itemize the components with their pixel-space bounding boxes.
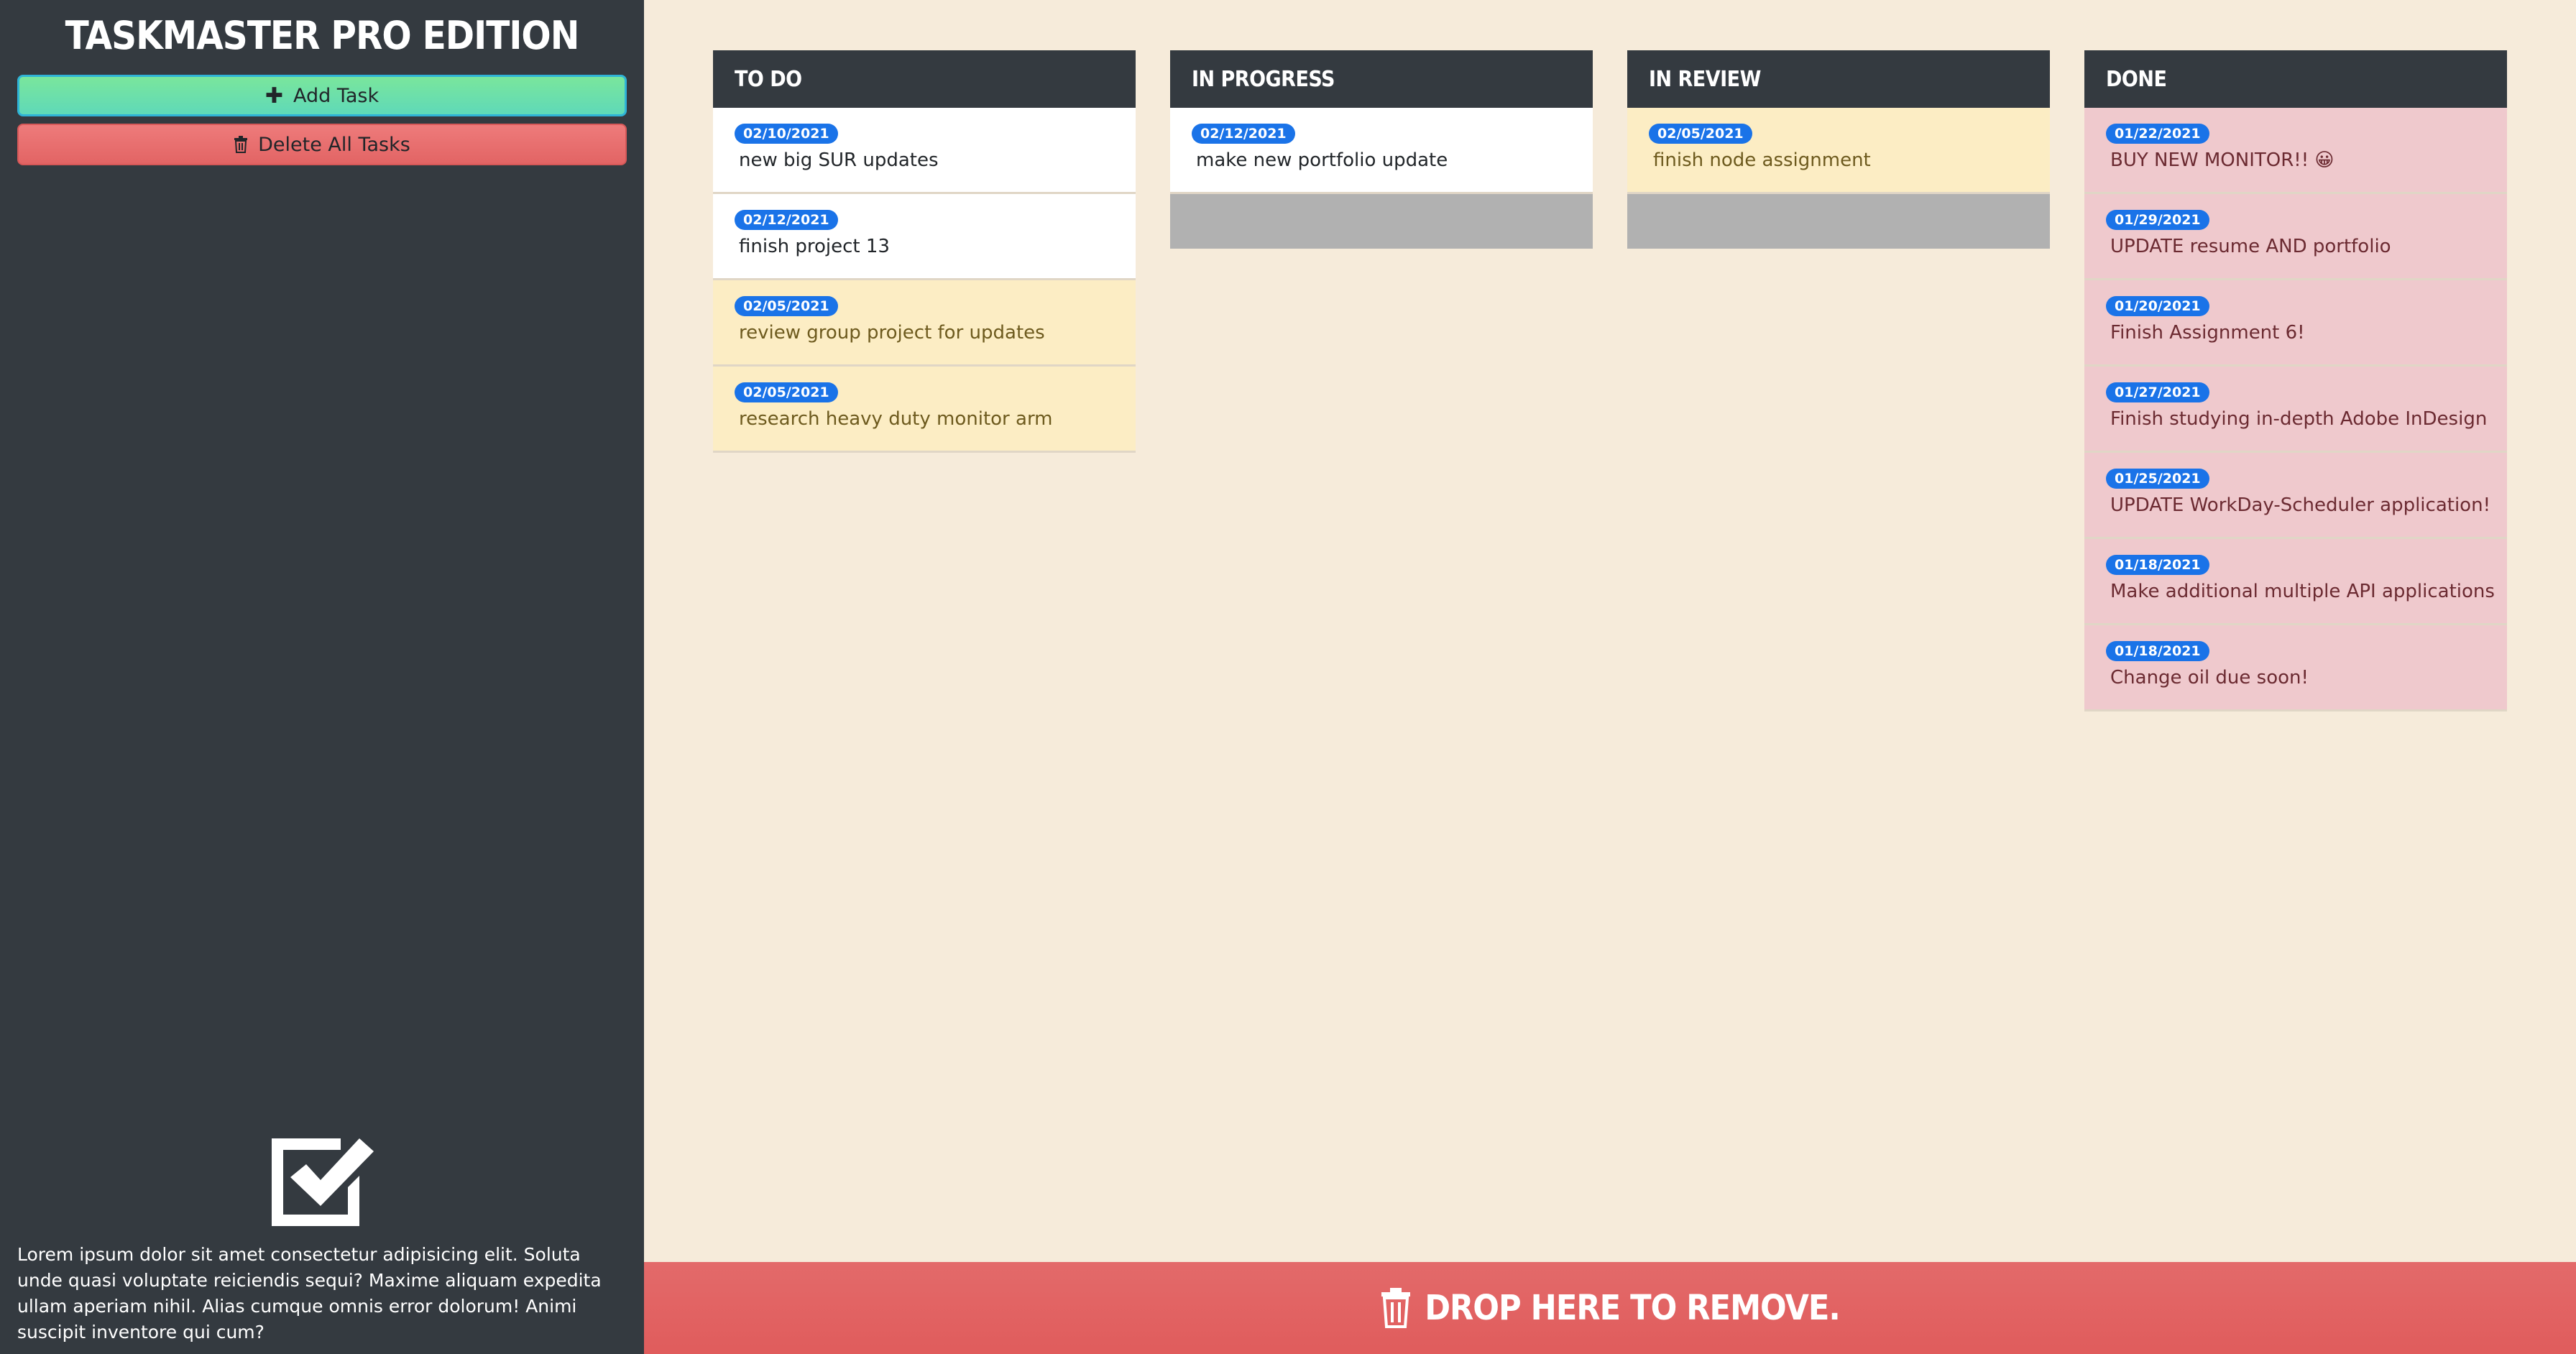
task-card[interactable]: 02/05/2021 research heavy duty monitor ar… bbox=[713, 367, 1136, 453]
due-date-badge[interactable]: 02/10/2021 bbox=[735, 124, 838, 144]
task-card[interactable]: 02/10/2021 new big SUR updates bbox=[713, 108, 1136, 194]
due-date-badge[interactable]: 02/05/2021 bbox=[735, 382, 838, 402]
task-text[interactable]: UPDATE resume AND portfolio bbox=[2110, 236, 2391, 257]
task-card[interactable]: 01/27/2021 Finish studying in-depth Adobe… bbox=[2084, 367, 2507, 453]
check-square-icon bbox=[272, 1138, 374, 1226]
task-text[interactable]: Change oil due soon! bbox=[2110, 667, 2309, 688]
task-text[interactable]: Finish studying in-depth Adobe InDesign bbox=[2110, 408, 2487, 430]
due-date-badge[interactable]: 01/18/2021 bbox=[2106, 555, 2209, 575]
drop-to-remove-label: DROP HERE TO REMOVE. bbox=[1425, 1288, 1841, 1328]
due-date-badge[interactable]: 01/18/2021 bbox=[2106, 641, 2209, 661]
column-in-review: IN REVIEW 02/05/2021 finish node assignme… bbox=[1627, 50, 2050, 249]
add-task-button[interactable]: ✚ Add Task bbox=[17, 75, 627, 116]
column-header: IN PROGRESS bbox=[1170, 50, 1593, 108]
task-text[interactable]: finish project 13 bbox=[739, 236, 890, 257]
card-list[interactable]: 02/05/2021 finish node assignment bbox=[1627, 108, 2050, 194]
task-text[interactable]: BUY NEW MONITOR!! 😀 bbox=[2110, 149, 2334, 171]
task-text[interactable]: Finish Assignment 6! bbox=[2110, 322, 2305, 344]
due-date-badge[interactable]: 01/22/2021 bbox=[2106, 124, 2209, 144]
due-date-badge[interactable]: 01/25/2021 bbox=[2106, 469, 2209, 489]
plus-icon: ✚ bbox=[264, 83, 283, 109]
card-list[interactable]: 01/22/2021 BUY NEW MONITOR!! 😀 01/29/2021 U… bbox=[2084, 108, 2507, 711]
due-date-badge[interactable]: 02/12/2021 bbox=[735, 210, 838, 230]
task-card[interactable]: 02/05/2021 finish node assignment bbox=[1627, 108, 2050, 194]
card-list[interactable]: 02/12/2021 make new portfolio update bbox=[1170, 108, 1593, 194]
app-title: TASKMASTER PRO EDITION bbox=[65, 13, 580, 58]
add-task-label: Add Task bbox=[293, 84, 380, 107]
due-date-badge[interactable]: 02/12/2021 bbox=[1192, 124, 1295, 144]
task-text[interactable]: make new portfolio update bbox=[1196, 149, 1448, 171]
task-text[interactable]: finish node assignment bbox=[1653, 149, 1871, 171]
task-card[interactable]: 02/05/2021 review group project for updat… bbox=[713, 280, 1136, 367]
column-header: TO DO bbox=[713, 50, 1136, 108]
due-date-badge[interactable]: 01/29/2021 bbox=[2106, 210, 2209, 230]
column-header: IN REVIEW bbox=[1627, 50, 2050, 108]
task-card[interactable]: 01/29/2021 UPDATE resume AND portfolio bbox=[2084, 194, 2507, 280]
card-list[interactable]: 02/10/2021 new big SUR updates 02/12/2021 f… bbox=[713, 108, 1136, 453]
task-card[interactable]: 01/22/2021 BUY NEW MONITOR!! 😀 bbox=[2084, 108, 2507, 194]
drop-area[interactable] bbox=[1627, 194, 2050, 249]
task-text[interactable]: Make additional multiple API application… bbox=[2110, 581, 2495, 602]
drop-area[interactable] bbox=[1170, 194, 1593, 249]
due-date-badge[interactable]: 02/05/2021 bbox=[735, 296, 838, 316]
due-date-badge[interactable]: 01/27/2021 bbox=[2106, 382, 2209, 402]
task-text[interactable]: new big SUR updates bbox=[739, 149, 939, 171]
trash-icon bbox=[234, 136, 248, 153]
due-date-badge[interactable]: 01/20/2021 bbox=[2106, 296, 2209, 316]
task-text[interactable]: research heavy duty monitor arm bbox=[739, 408, 1053, 430]
column-done: DONE 01/22/2021 BUY NEW MONITOR!! 😀 01/29/… bbox=[2084, 50, 2507, 711]
task-card[interactable]: 02/12/2021 finish project 13 bbox=[713, 194, 1136, 280]
column-to-do: TO DO 02/10/2021 new big SUR updates 02/12… bbox=[713, 50, 1136, 453]
task-card[interactable]: 01/20/2021 Finish Assignment 6! bbox=[2084, 280, 2507, 367]
delete-all-tasks-button[interactable]: Delete All Tasks bbox=[17, 124, 627, 165]
task-card[interactable]: 01/25/2021 UPDATE WorkDay-Scheduler appli… bbox=[2084, 453, 2507, 539]
sidebar-description: Lorem ipsum dolor sit amet consectetur a… bbox=[17, 1244, 602, 1343]
task-text[interactable]: UPDATE WorkDay-Scheduler application! bbox=[2110, 494, 2490, 516]
task-text[interactable]: review group project for updates bbox=[739, 322, 1045, 344]
sidebar: TASKMASTER PRO EDITION ✚ Add Task Delete… bbox=[0, 0, 644, 1354]
task-card[interactable]: 02/12/2021 make new portfolio update bbox=[1170, 108, 1593, 194]
due-date-badge[interactable]: 02/05/2021 bbox=[1649, 124, 1752, 144]
drop-to-remove-zone[interactable]: DROP HERE TO REMOVE. bbox=[644, 1262, 2576, 1354]
trash-icon bbox=[1381, 1288, 1411, 1328]
task-card[interactable]: 01/18/2021 Change oil due soon! bbox=[2084, 625, 2507, 711]
column-header: DONE bbox=[2084, 50, 2507, 108]
task-card[interactable]: 01/18/2021 Make additional multiple API a… bbox=[2084, 539, 2507, 625]
delete-all-label: Delete All Tasks bbox=[258, 133, 410, 156]
column-in-progress: IN PROGRESS 02/12/2021 make new portfolio… bbox=[1170, 50, 1593, 249]
